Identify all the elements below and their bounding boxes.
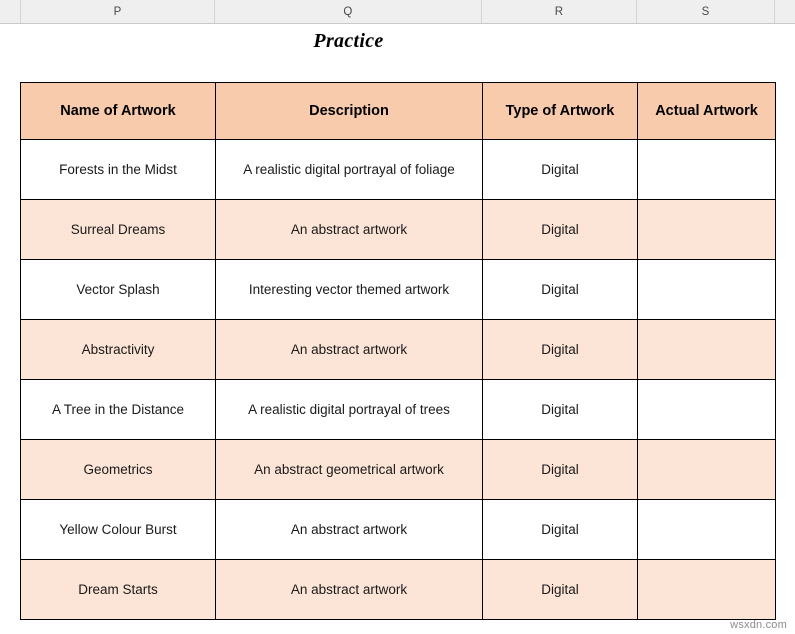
table-row[interactable]: Vector Splash Interesting vector themed … — [20, 259, 776, 320]
cell-type[interactable]: Digital — [482, 139, 638, 200]
table-row[interactable]: Surreal Dreams An abstract artwork Digit… — [20, 199, 776, 260]
select-all-corner[interactable] — [0, 0, 21, 23]
cell-type[interactable]: Digital — [482, 439, 638, 500]
column-header-r[interactable]: R — [482, 0, 637, 23]
worksheet-canvas: Practice Name of Artwork Description Typ… — [0, 24, 795, 634]
cell-actual-artwork[interactable] — [637, 199, 776, 260]
cell-name[interactable]: Yellow Colour Burst — [20, 499, 216, 560]
cell-type[interactable]: Digital — [482, 499, 638, 560]
cell-actual-artwork[interactable] — [637, 139, 776, 200]
cell-name[interactable]: Surreal Dreams — [20, 199, 216, 260]
cell-description[interactable]: A realistic digital portrayal of trees — [215, 379, 483, 440]
cell-description[interactable]: A realistic digital portrayal of foliage — [215, 139, 483, 200]
cell-actual-artwork[interactable] — [637, 319, 776, 380]
column-header-s[interactable]: S — [637, 0, 775, 23]
column-header-p[interactable]: P — [21, 0, 215, 23]
cell-name[interactable]: Geometrics — [20, 439, 216, 500]
cell-name[interactable]: A Tree in the Distance — [20, 379, 216, 440]
cell-type[interactable]: Digital — [482, 199, 638, 260]
cell-type[interactable]: Digital — [482, 319, 638, 380]
table-header-type-of-artwork[interactable]: Type of Artwork — [482, 82, 638, 140]
spreadsheet-column-header-bar: P Q R S — [0, 0, 795, 24]
table-row[interactable]: Dream Starts An abstract artwork Digital — [20, 559, 776, 620]
table-header-description[interactable]: Description — [215, 82, 483, 140]
table-header-row: Name of Artwork Description Type of Artw… — [20, 82, 776, 140]
cell-name[interactable]: Vector Splash — [20, 259, 216, 320]
table-head: Name of Artwork Description Type of Artw… — [20, 82, 776, 140]
column-header-overflow — [775, 0, 795, 23]
cell-description[interactable]: An abstract artwork — [215, 319, 483, 380]
artwork-table: Name of Artwork Description Type of Artw… — [20, 82, 776, 620]
watermark: wsxdn.com — [730, 619, 787, 631]
table-header-actual-artwork[interactable]: Actual Artwork — [637, 82, 776, 140]
cell-description[interactable]: Interesting vector themed artwork — [215, 259, 483, 320]
table-row[interactable]: Forests in the Midst A realistic digital… — [20, 139, 776, 200]
cell-description[interactable]: An abstract geometrical artwork — [215, 439, 483, 500]
cell-name[interactable]: Dream Starts — [20, 559, 216, 620]
table-row[interactable]: Abstractivity An abstract artwork Digita… — [20, 319, 776, 380]
cell-description[interactable]: An abstract artwork — [215, 199, 483, 260]
cell-actual-artwork[interactable] — [637, 439, 776, 500]
table-body: Forests in the Midst A realistic digital… — [20, 139, 776, 620]
table-header-name-of-artwork[interactable]: Name of Artwork — [20, 82, 216, 140]
cell-type[interactable]: Digital — [482, 379, 638, 440]
page-title: Practice — [313, 30, 384, 52]
column-header-q[interactable]: Q — [215, 0, 482, 23]
cell-type[interactable]: Digital — [482, 559, 638, 620]
table-row[interactable]: Geometrics An abstract geometrical artwo… — [20, 439, 776, 500]
cell-name[interactable]: Abstractivity — [20, 319, 216, 380]
cell-description[interactable]: An abstract artwork — [215, 499, 483, 560]
table-row[interactable]: Yellow Colour Burst An abstract artwork … — [20, 499, 776, 560]
cell-actual-artwork[interactable] — [637, 379, 776, 440]
cell-type[interactable]: Digital — [482, 259, 638, 320]
cell-actual-artwork[interactable] — [637, 559, 776, 620]
table-row[interactable]: A Tree in the Distance A realistic digit… — [20, 379, 776, 440]
cell-actual-artwork[interactable] — [637, 259, 776, 320]
cell-name[interactable]: Forests in the Midst — [20, 139, 216, 200]
cell-description[interactable]: An abstract artwork — [215, 559, 483, 620]
cell-actual-artwork[interactable] — [637, 499, 776, 560]
